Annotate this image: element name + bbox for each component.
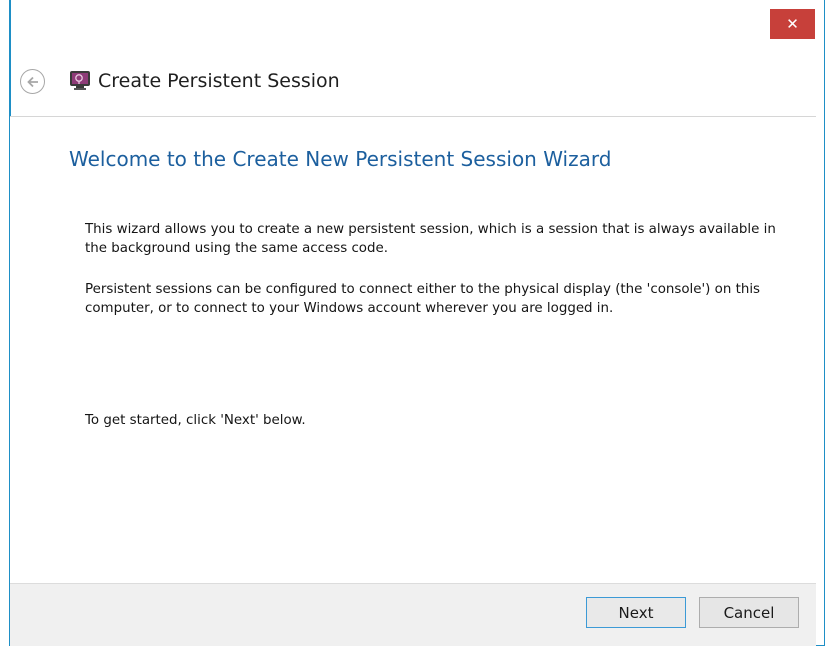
next-button[interactable]: Next: [586, 597, 686, 628]
wizard-heading: Welcome to the Create New Persistent Ses…: [69, 147, 612, 171]
back-button[interactable]: [20, 69, 45, 94]
close-button[interactable]: ✕: [770, 9, 815, 39]
window-title: Create Persistent Session: [98, 70, 340, 92]
intro-paragraph: This wizard allows you to create a new p…: [85, 222, 776, 256]
wizard-footer: [10, 584, 816, 646]
cancel-button[interactable]: Cancel: [699, 597, 799, 628]
persistent-session-app-icon: [70, 71, 90, 90]
instruction-paragraph: To get started, click 'Next' below.: [85, 413, 306, 428]
close-icon: ✕: [786, 15, 799, 33]
details-paragraph: Persistent sessions can be configured to…: [85, 282, 761, 316]
back-arrow-icon: [26, 76, 38, 87]
wizard-content-panel: [10, 116, 816, 584]
